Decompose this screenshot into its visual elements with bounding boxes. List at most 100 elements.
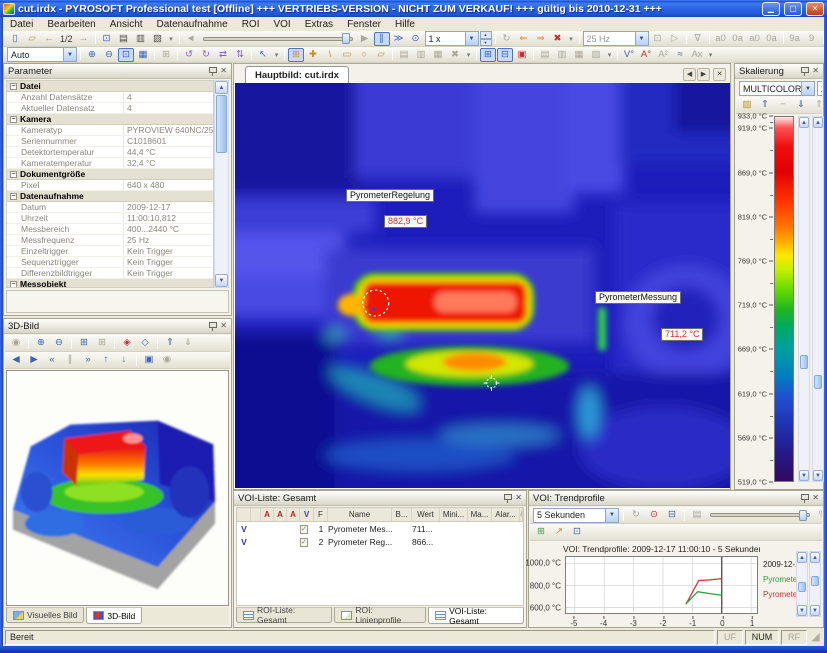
link-trend-icon[interactable]: % xyxy=(815,508,822,522)
copy-3d-image-icon[interactable]: ▣ xyxy=(141,353,157,367)
alarm-out-a0-icon[interactable]: a0 xyxy=(713,32,729,46)
scroll-up-icon[interactable]: ▲ xyxy=(813,117,823,128)
thermal-image-view[interactable]: PyrometerRegelung 882,9 °C PyrometerMess… xyxy=(233,83,731,490)
delete-record-icon[interactable]: ✖ xyxy=(550,32,566,46)
annotation-regelung-value[interactable]: 882,9 °C xyxy=(384,215,427,228)
column-header[interactable]: B... xyxy=(392,508,412,521)
parameter-scrollbar[interactable]: ▲ ▼ xyxy=(214,80,229,288)
trigger-filter-icon[interactable]: ∇ xyxy=(690,32,706,46)
trend-scale-scrollbar-1[interactable]: ▲ ▼ xyxy=(796,551,808,617)
value-chart-icon[interactable]: ≈ xyxy=(672,48,688,62)
roi-ellipse-icon[interactable]: ○ xyxy=(356,48,372,62)
next-record-icon[interactable]: → xyxy=(76,32,92,46)
level-down-icon[interactable]: ⇓ xyxy=(180,336,196,350)
maximize-button[interactable]: ▢ xyxy=(784,2,802,16)
tab-hauptbild[interactable]: Hauptbild: cut.irdx xyxy=(245,66,349,84)
record-trend-icon[interactable]: ⊙ xyxy=(646,508,662,522)
menu-bearbeiten[interactable]: Bearbeiten xyxy=(40,19,102,30)
palette-icon[interactable]: ▨ xyxy=(739,98,755,112)
tab-3d-bild[interactable]: 3D-Bild xyxy=(86,607,142,624)
print-preview-icon[interactable]: ▧ xyxy=(150,32,166,46)
scale-max-scrollbar[interactable]: ▲ ▼ xyxy=(798,116,810,482)
roi-point-icon[interactable]: ✚ xyxy=(305,48,321,62)
voi-table-row[interactable]: V✓2Pyrometer Reg...866... xyxy=(237,535,523,548)
property-row[interactable]: Uhrzeit11:00:10,812 xyxy=(7,213,213,224)
digital-9-icon[interactable]: 9 xyxy=(804,32,820,46)
scroll-up-icon[interactable]: ▲ xyxy=(810,552,820,563)
tab-voi-liste[interactable]: VOI-Liste: Gesamt xyxy=(428,607,524,624)
step-back-icon[interactable]: ◀ xyxy=(8,353,24,367)
toolbar-overflow-button[interactable]: ▾ xyxy=(605,51,614,59)
property-group[interactable]: −Kamera xyxy=(7,114,213,125)
scale-auto-up-icon[interactable]: ⇑ xyxy=(757,98,773,112)
skalierung-panel-header[interactable]: Skalierung ✕ xyxy=(735,64,823,79)
voi-liste-panel-header[interactable]: VOI-Liste: Gesamt ✕ xyxy=(234,491,526,506)
scale-manual-icon[interactable]: − xyxy=(775,98,791,112)
jump-first-icon[interactable]: ⇐ xyxy=(516,32,532,46)
voi-add-alarm-icon[interactable]: ⊟ xyxy=(497,48,513,62)
title-bar[interactable]: cut.irdx - PYROSOFT Professional test [O… xyxy=(0,0,827,17)
minimize-button[interactable]: ▁ xyxy=(762,2,780,16)
property-row[interactable]: Anzahl Datensätze4 xyxy=(7,92,213,103)
menu-extras[interactable]: Extras xyxy=(298,19,340,30)
export-trend-icon[interactable]: ⊟ xyxy=(664,508,680,522)
voi-copy-3-icon[interactable]: ▦ xyxy=(571,48,587,62)
pin-icon[interactable] xyxy=(208,66,217,76)
scrollbar-thumb[interactable] xyxy=(798,582,806,592)
property-row[interactable]: SequenztriggerKein Trigger xyxy=(7,257,213,268)
pause-3d-icon[interactable]: ∥ xyxy=(62,353,78,367)
property-row[interactable]: Pixel640 x 480 xyxy=(7,180,213,191)
dropdown-arrow-icon[interactable]: ▼ xyxy=(465,32,478,45)
speed-combo[interactable]: 1 x▼ xyxy=(425,31,479,46)
alarm-column-icon[interactable]: V xyxy=(300,508,314,521)
scroll-up-icon[interactable]: ▲ xyxy=(797,552,807,563)
trend-plot[interactable] xyxy=(565,556,758,614)
trend-grid-icon[interactable]: ⊞ xyxy=(533,525,549,539)
tab-roi-linienprofile[interactable]: ROI: Linienprofile xyxy=(334,607,426,623)
new-document-icon[interactable]: ▯ xyxy=(7,32,23,46)
value-ax-icon[interactable]: Ax xyxy=(689,48,705,62)
open-folder-icon[interactable]: ▱ xyxy=(24,32,40,46)
zoom-out-3d-icon[interactable]: ⊖ xyxy=(51,336,67,350)
grid-icon[interactable]: ⊞ xyxy=(158,48,174,62)
tab-scroll-left-icon[interactable]: ◀ xyxy=(683,68,696,81)
visible-checkbox[interactable]: ✓ xyxy=(300,525,308,534)
roi-group-3-icon[interactable]: ▦ xyxy=(430,48,446,62)
print-icon[interactable]: ▥ xyxy=(133,32,149,46)
menu-datenaufnahme[interactable]: Datenaufnahme xyxy=(150,19,235,30)
pin-icon[interactable] xyxy=(800,66,809,76)
dropdown-arrow-icon[interactable]: ▼ xyxy=(63,48,76,61)
property-group[interactable]: −Datei xyxy=(7,81,213,92)
menu-fenster[interactable]: Fenster xyxy=(340,19,388,30)
interval-combo[interactable]: 5 Sekunden▼ xyxy=(533,508,619,523)
dropdown-arrow-icon[interactable]: ▼ xyxy=(635,32,648,45)
marker-add-icon[interactable]: ◈ xyxy=(119,336,135,350)
audio-icon[interactable]: ◄ xyxy=(183,32,199,46)
mirror-horizontal-icon[interactable]: ⇄ xyxy=(215,48,231,62)
toolbar-overflow-button[interactable]: ▾ xyxy=(706,51,715,59)
scroll-up-icon[interactable]: ▲ xyxy=(799,117,809,128)
print-trend-icon[interactable]: ▤ xyxy=(689,508,705,522)
step-up-icon[interactable]: ↑ xyxy=(98,353,114,367)
pin-icon[interactable] xyxy=(800,493,809,503)
save-3d-image-icon[interactable]: ◉ xyxy=(159,353,175,367)
scroll-up-icon[interactable]: ▲ xyxy=(215,81,228,94)
value-squared-icon[interactable]: A² xyxy=(655,48,671,62)
jump-last-icon[interactable]: ⇒ xyxy=(533,32,549,46)
close-icon[interactable]: ✕ xyxy=(220,66,227,76)
palette-combo[interactable]: MULTICOLOR▼ xyxy=(739,81,815,96)
dropdown-arrow-icon[interactable]: ▼ xyxy=(605,509,618,522)
rotate-right-icon[interactable]: ↻ xyxy=(198,48,214,62)
marker-remove-icon[interactable]: ◇ xyxy=(137,336,153,350)
alarm-column-icon[interactable]: A xyxy=(274,508,287,521)
annotation-messung-value[interactable]: 711,2 °C xyxy=(661,328,703,341)
collapse-icon[interactable]: − xyxy=(10,83,17,90)
record-save-icon[interactable]: ⊡ xyxy=(650,32,666,46)
column-header[interactable]: Mini... xyxy=(440,508,468,521)
close-icon[interactable]: ✕ xyxy=(515,493,522,503)
visible-checkbox[interactable]: ✓ xyxy=(300,538,308,547)
zoom-fit-icon[interactable]: ⊡ xyxy=(118,48,134,62)
scrollbar-thumb[interactable] xyxy=(800,355,808,369)
property-row[interactable]: SeriennummerC1018601 xyxy=(7,136,213,147)
alarm-column-icon[interactable]: A xyxy=(261,508,274,521)
